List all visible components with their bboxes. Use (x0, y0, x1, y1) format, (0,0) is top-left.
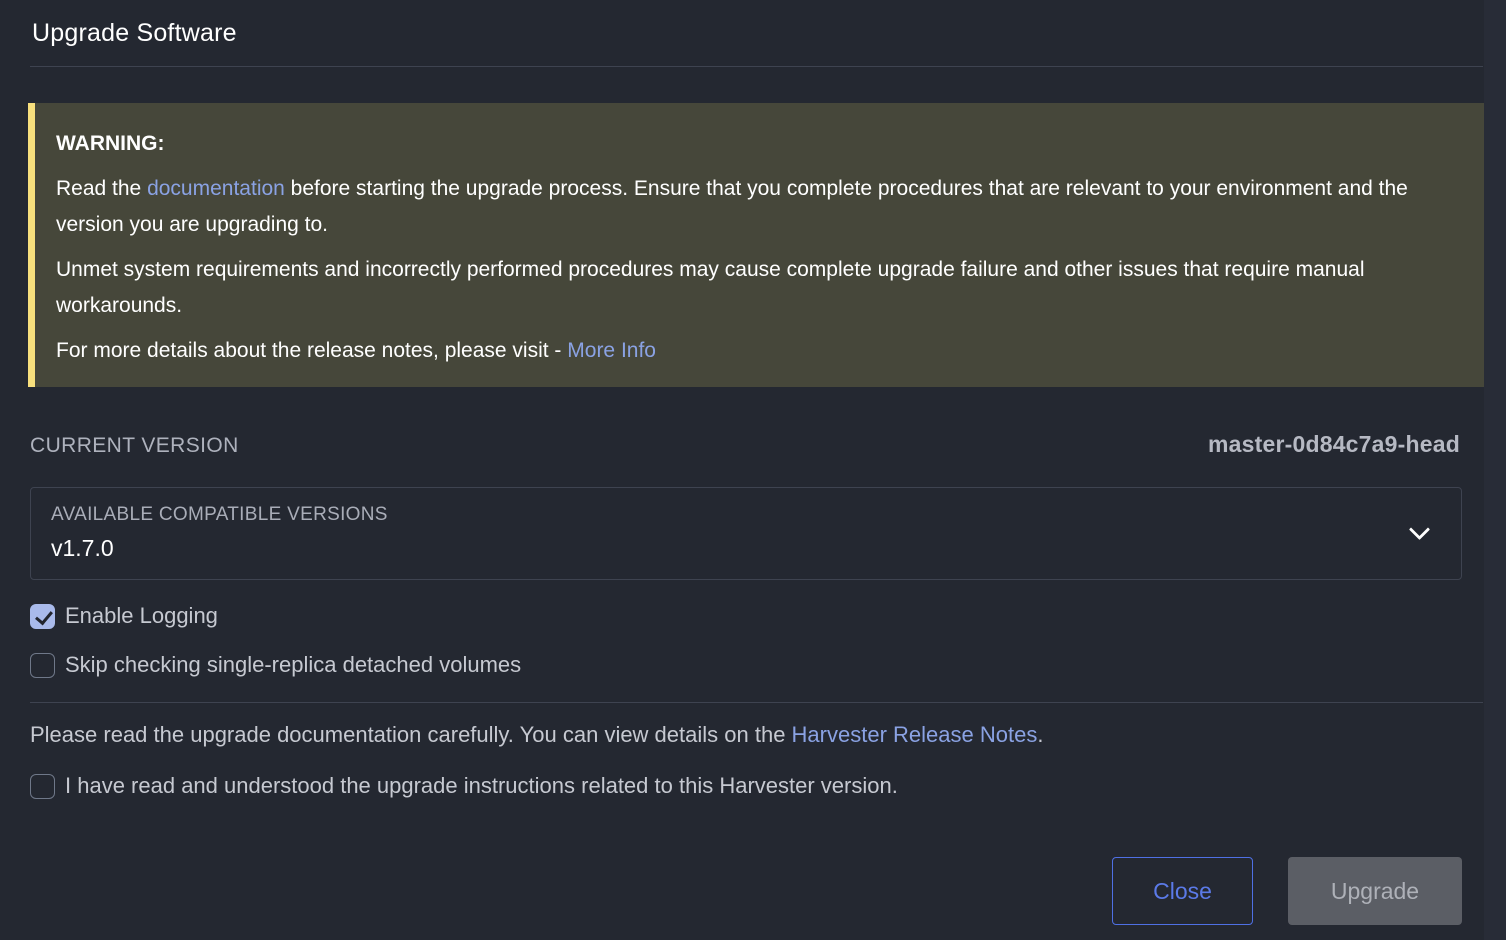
page-title: Upgrade Software (32, 19, 1454, 48)
compatible-versions-select[interactable]: AVAILABLE COMPATIBLE VERSIONS v1.7.0 (30, 487, 1462, 580)
close-button[interactable]: Close (1112, 857, 1253, 925)
warning-paragraph-1: Read the documentation before starting t… (56, 171, 1460, 243)
read-confirm-checkbox[interactable] (30, 774, 55, 799)
chevron-down-icon (1409, 518, 1430, 539)
harvester-release-notes-link[interactable]: Harvester Release Notes (792, 722, 1038, 747)
current-version-row: CURRENT VERSION master-0d84c7a9-head (30, 431, 1460, 458)
warning-paragraph-2: Unmet system requirements and incorrectl… (56, 252, 1460, 324)
current-version-label: CURRENT VERSION (30, 434, 239, 458)
warning-paragraph-3: For more details about the release notes… (56, 333, 1460, 369)
documentation-link[interactable]: documentation (147, 177, 285, 200)
section-divider (30, 702, 1483, 703)
dialog-footer: Close Upgrade (1112, 857, 1462, 925)
warning-banner: WARNING: Read the documentation before s… (28, 103, 1484, 387)
scrollbar-track[interactable] (1484, 0, 1506, 940)
warning-label: WARNING: (56, 126, 1460, 162)
more-info-link[interactable]: More Info (567, 339, 656, 362)
enable-logging-checkbox-row[interactable]: Enable Logging (30, 603, 1460, 629)
enable-logging-checkbox[interactable] (30, 604, 55, 629)
skip-single-replica-label: Skip checking single-replica detached vo… (65, 652, 521, 678)
enable-logging-label: Enable Logging (65, 603, 218, 629)
upgrade-software-dialog: Upgrade Software WARNING: Read the docum… (0, 0, 1484, 940)
skip-single-replica-checkbox[interactable] (30, 653, 55, 678)
read-confirm-checkbox-row[interactable]: I have read and understood the upgrade i… (30, 773, 1460, 799)
select-label: AVAILABLE COMPATIBLE VERSIONS (51, 504, 1391, 526)
upgrade-button[interactable]: Upgrade (1288, 857, 1462, 925)
header-divider (30, 66, 1483, 67)
current-version-value: master-0d84c7a9-head (1208, 431, 1460, 458)
select-value: v1.7.0 (51, 535, 1391, 562)
release-note-text: Please read the upgrade documentation ca… (30, 720, 1460, 750)
read-confirm-label: I have read and understood the upgrade i… (65, 773, 898, 799)
dialog-header: Upgrade Software (0, 0, 1484, 48)
skip-single-replica-checkbox-row[interactable]: Skip checking single-replica detached vo… (30, 652, 1460, 678)
